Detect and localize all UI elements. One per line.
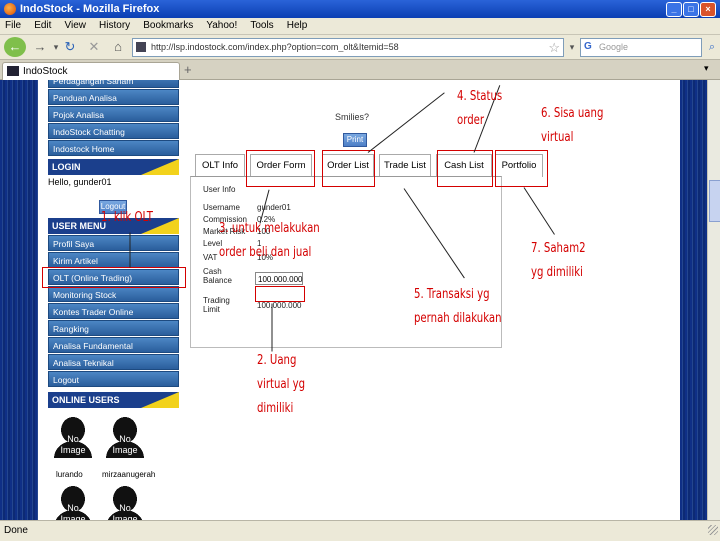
search-go-icon[interactable]: ⌕	[702, 37, 720, 57]
search-input[interactable]: G Google	[580, 38, 702, 57]
print-button[interactable]: Print	[343, 133, 367, 147]
menu-help[interactable]: Help	[282, 18, 313, 31]
annotation-step-2: 2. Uang virtual yg dimiliki	[257, 353, 306, 416]
address-bar[interactable]: http://lsp.indostock.com/index.php?optio…	[132, 38, 564, 57]
cash-balance-value: 100.000.000	[255, 272, 303, 285]
resize-grip-icon[interactable]	[708, 525, 718, 535]
page-viewport: Perdagangan Saham Panduan Analisa Pojok …	[0, 80, 720, 520]
user-menu-header-label: USER MENU	[52, 221, 107, 231]
trading-limit-label: Trading Limit	[203, 296, 230, 314]
login-header: LOGIN	[48, 159, 179, 175]
close-button[interactable]: ×	[700, 2, 716, 17]
username-label[interactable]: mirzaanugerah	[102, 470, 155, 479]
search-placeholder[interactable]: Google	[599, 42, 628, 52]
home-icon[interactable]: ⌂	[108, 37, 128, 57]
cash-balance-label: Cash Balance	[203, 267, 232, 285]
menu-edit[interactable]: Edit	[29, 18, 56, 31]
menu-item-rangking[interactable]: Rangking	[48, 320, 179, 336]
user-avatar[interactable]: No Image	[54, 416, 92, 458]
site-favicon-icon	[136, 42, 146, 52]
user-avatar[interactable]: No Image	[106, 416, 144, 458]
tab-trade-list[interactable]: Trade List	[379, 154, 431, 177]
new-tab-button[interactable]: +	[184, 62, 192, 77]
left-background-stripes	[0, 80, 38, 520]
menu-item-top[interactable]: Perdagangan Saham	[48, 80, 179, 88]
annotation-step-6: 6. Sisa uang virtual	[541, 106, 604, 145]
annotation-step-7: 7. Saham2 yg dimiliki	[531, 241, 586, 280]
annotation-step-4: 4. Status order	[457, 89, 503, 128]
online-users-header-label: ONLINE USERS	[52, 395, 120, 405]
menu-item-panduan-analisa[interactable]: Panduan Analisa	[48, 89, 179, 105]
vertical-scrollbar[interactable]	[707, 80, 720, 520]
no-image-label: No Image	[60, 503, 86, 520]
user-avatar[interactable]: No Image	[106, 485, 144, 520]
menu-item-kirim-artikel[interactable]: Kirim Artikel	[48, 252, 179, 268]
highlight-olt-menu	[42, 267, 186, 288]
menu-bookmarks[interactable]: Bookmarks	[138, 18, 198, 31]
back-arrow-icon[interactable]: ←	[4, 37, 26, 57]
highlight-order-form	[246, 150, 315, 187]
status-text: Done	[4, 525, 28, 536]
highlight-order-list	[322, 150, 375, 187]
connector-line	[129, 232, 131, 268]
menu-yahoo[interactable]: Yahoo!	[201, 18, 242, 31]
menu-item-home[interactable]: Indostock Home	[48, 140, 179, 156]
minimize-button[interactable]: _	[666, 2, 682, 17]
highlight-cash-list	[437, 150, 493, 187]
maximize-button[interactable]: □	[683, 2, 699, 17]
url-text[interactable]: http://lsp.indostock.com/index.php?optio…	[151, 42, 501, 52]
section-title: User Info	[203, 185, 236, 194]
window-title: IndoStock - Mozilla Firefox	[20, 3, 160, 15]
row-label: VAT	[203, 253, 218, 262]
tab-label: IndoStock	[23, 66, 68, 77]
online-users-header: ONLINE USERS	[48, 392, 179, 408]
annotation-step-5: 5. Transaksi yg pernah dilakukan	[414, 287, 502, 326]
menu-tools[interactable]: Tools	[245, 18, 278, 31]
menu-file[interactable]: File	[0, 18, 26, 31]
highlight-portfolio	[495, 150, 548, 187]
menu-bar: File Edit View History Bookmarks Yahoo! …	[0, 18, 720, 35]
right-background-stripes	[680, 80, 707, 520]
menu-item-monitoring-stock[interactable]: Monitoring Stock	[48, 286, 179, 302]
no-image-label: No Image	[60, 434, 86, 455]
google-icon: G	[584, 41, 592, 52]
menu-item-analisa-fundamental[interactable]: Analisa Fundamental	[48, 337, 179, 353]
username-label[interactable]: lurando	[56, 470, 83, 479]
menu-item-kontes-trader[interactable]: Kontes Trader Online	[48, 303, 179, 319]
list-tabs-icon[interactable]: ▾	[704, 63, 709, 74]
browser-tab[interactable]: IndoStock	[2, 62, 180, 80]
menu-item-analisa-teknikal[interactable]: Analisa Teknikal	[48, 354, 179, 370]
menu-history[interactable]: History	[94, 18, 135, 31]
login-header-label: LOGIN	[52, 162, 81, 172]
status-bar: Done	[0, 520, 720, 541]
firefox-icon	[4, 3, 16, 15]
tab-olt-info[interactable]: OLT Info	[195, 154, 245, 177]
menu-item-logout[interactable]: Logout	[48, 371, 179, 387]
scrollbar-thumb[interactable]	[709, 180, 720, 222]
user-avatar[interactable]: No Image	[54, 485, 92, 520]
reload-icon[interactable]: ↻	[60, 37, 80, 57]
highlight-cash-balance	[255, 286, 305, 302]
menu-view[interactable]: View	[59, 18, 91, 31]
annotation-step-3: 3. untuk melakukan order beli dan jual	[219, 221, 320, 260]
trading-limit-value: 100.000.000	[257, 301, 302, 310]
menu-item-chatting[interactable]: IndoStock Chatting	[48, 123, 179, 139]
no-image-label: No Image	[112, 434, 138, 455]
menu-item-pojok-analisa[interactable]: Pojok Analisa	[48, 106, 179, 122]
url-dropdown-icon[interactable]: ▾	[562, 37, 582, 57]
bookmark-star-icon[interactable]: ☆	[548, 40, 560, 56]
tab-strip: IndoStock + ▾	[0, 60, 720, 80]
greeting-text: Hello, gunder01	[48, 177, 112, 187]
navigation-toolbar: ← → ▾ ↻ ✕ ⌂ http://lsp.indostock.com/ind…	[0, 35, 720, 60]
annotation-step-1: 1. klik OLT	[101, 210, 153, 225]
connector-line	[271, 303, 273, 352]
menu-item-profil[interactable]: Profil Saya	[48, 235, 179, 251]
stop-icon[interactable]: ✕	[84, 37, 104, 57]
no-image-label: No Image	[112, 503, 138, 520]
window-titlebar: IndoStock - Mozilla Firefox _ □ ×	[0, 0, 720, 18]
row-label: Username	[203, 203, 240, 212]
smilies-link[interactable]: Smilies?	[335, 112, 369, 122]
tab-favicon-icon	[7, 66, 19, 76]
